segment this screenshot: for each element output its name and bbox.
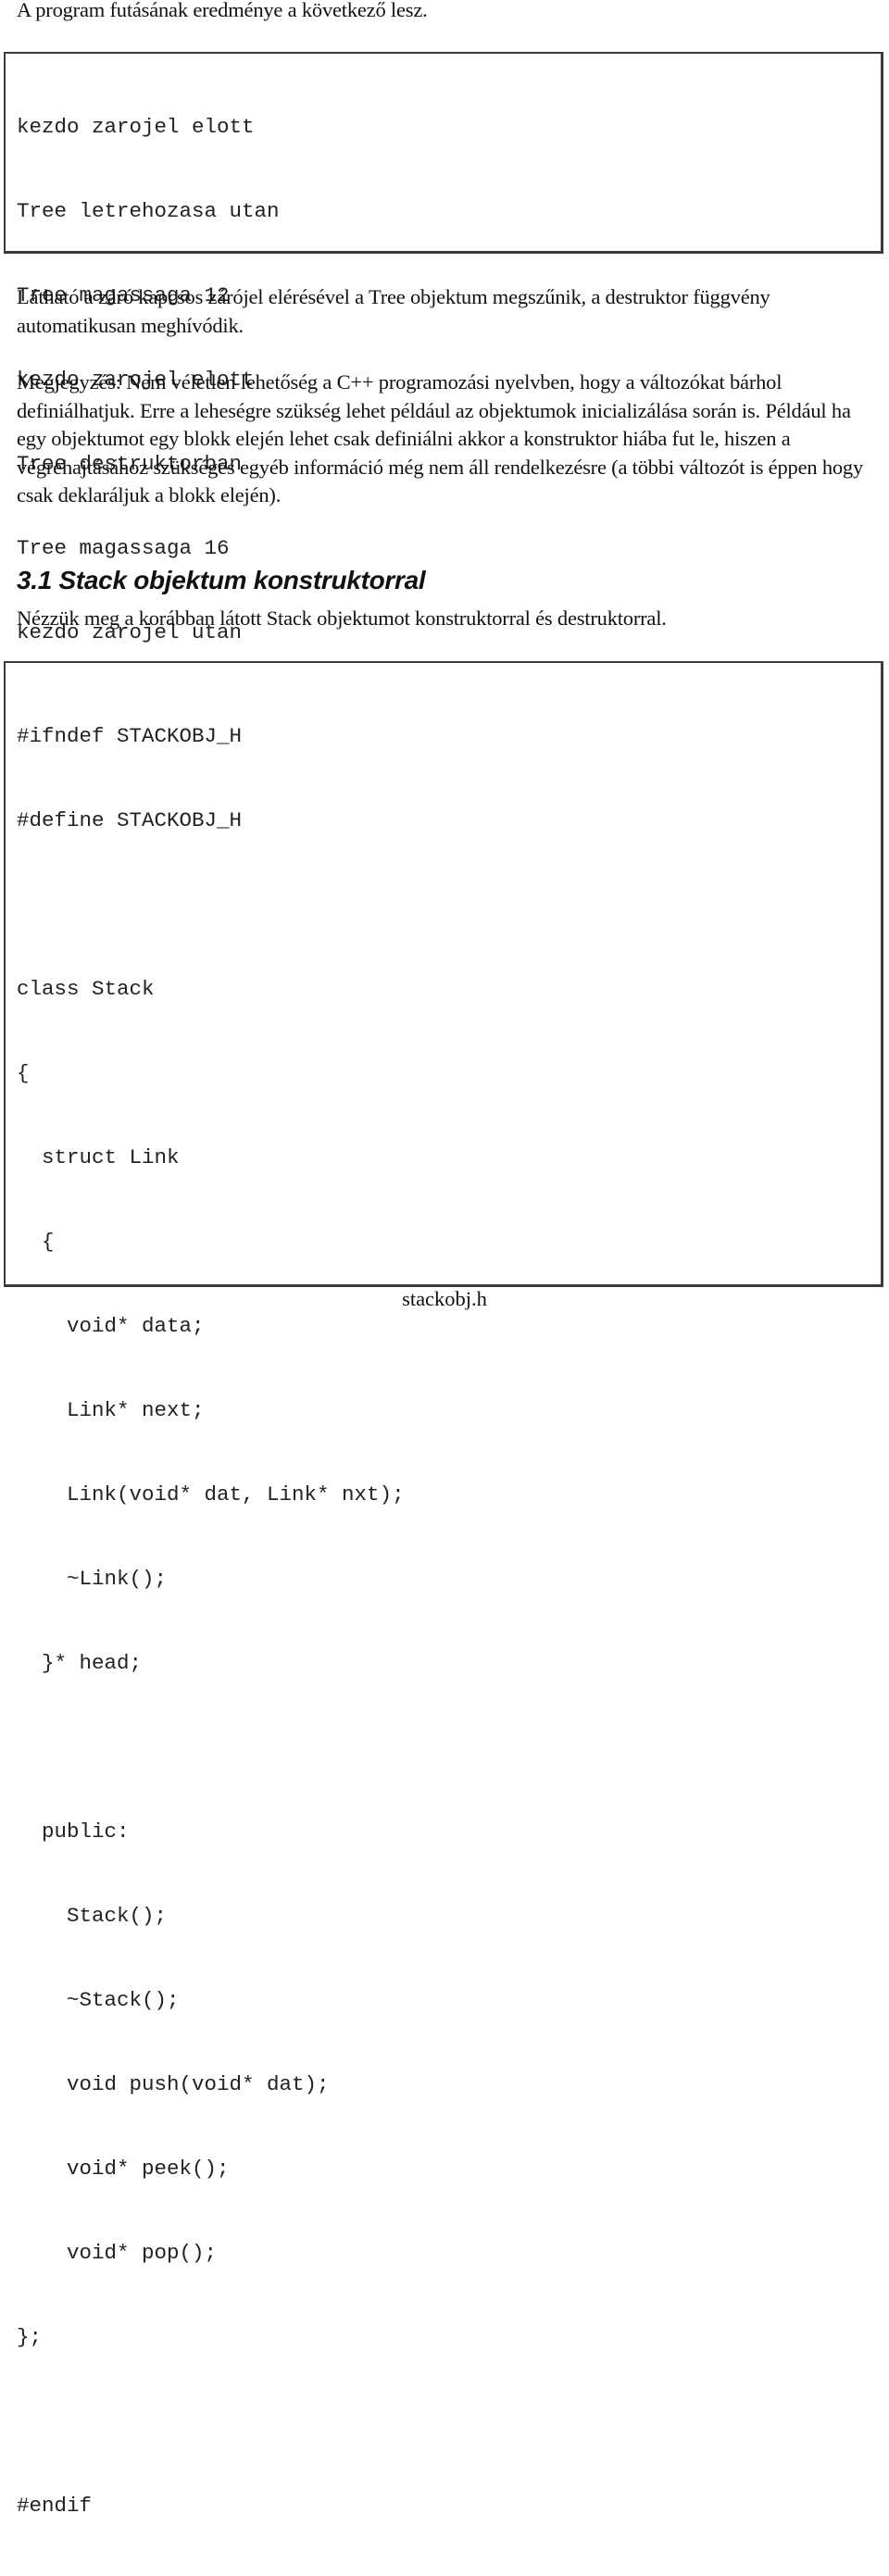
code-line: { (17, 1229, 55, 1254)
section-intro: Nézzük meg a korábban látott Stack objek… (17, 606, 667, 630)
code-line: #endif (17, 2494, 93, 2519)
output-line: Tree letrehozasa utan (17, 198, 280, 223)
note-paragraph: Megjegyzés: Nem véletlen lehetőség a C++… (17, 370, 864, 506)
code-line: Stack(); (17, 1904, 168, 1929)
code-line: void* pop(); (17, 2241, 218, 2266)
code-line: }; (17, 2325, 43, 2350)
code-line: void push(void* dat); (17, 2072, 330, 2097)
destructor-explanation: Látható a záró kapcsos zárójel eléréséve… (17, 285, 770, 337)
code-line: void* peek(); (17, 2157, 230, 2182)
code-line: Link(void* dat, Link* nxt); (17, 1482, 405, 1507)
code-line: struct Link (17, 1144, 180, 1169)
intro-text: A program futásának eredménye a következ… (17, 0, 428, 21)
code-line: class Stack (17, 976, 155, 1001)
code-line: { (17, 1060, 30, 1085)
section-heading: 3.1 Stack objektum konstruktorral (17, 566, 426, 594)
code-line: ~Link(); (17, 1567, 168, 1591)
code-listing: #ifndef STACKOBJ_H #define STACKOBJ_H cl… (17, 666, 405, 2576)
code-line: #ifndef STACKOBJ_H (17, 723, 243, 748)
program-output-box: kezdo zarojel elott Tree letrehozasa uta… (4, 52, 883, 644)
code-line: }* head; (17, 1651, 143, 1676)
code-line: #define STACKOBJ_H (17, 807, 243, 832)
code-listing-box: #ifndef STACKOBJ_H #define STACKOBJ_H cl… (4, 661, 883, 2518)
code-caption: stackobj.h (402, 1287, 487, 1310)
code-line: ~Stack(); (17, 1988, 180, 2013)
code-line: void* data; (17, 1313, 205, 1338)
code-line: Link* next; (17, 1397, 205, 1422)
output-line: Tree magassaga 16 (17, 535, 230, 560)
output-line: kezdo zarojel elott (17, 114, 255, 139)
code-line: public: (17, 1819, 130, 1844)
